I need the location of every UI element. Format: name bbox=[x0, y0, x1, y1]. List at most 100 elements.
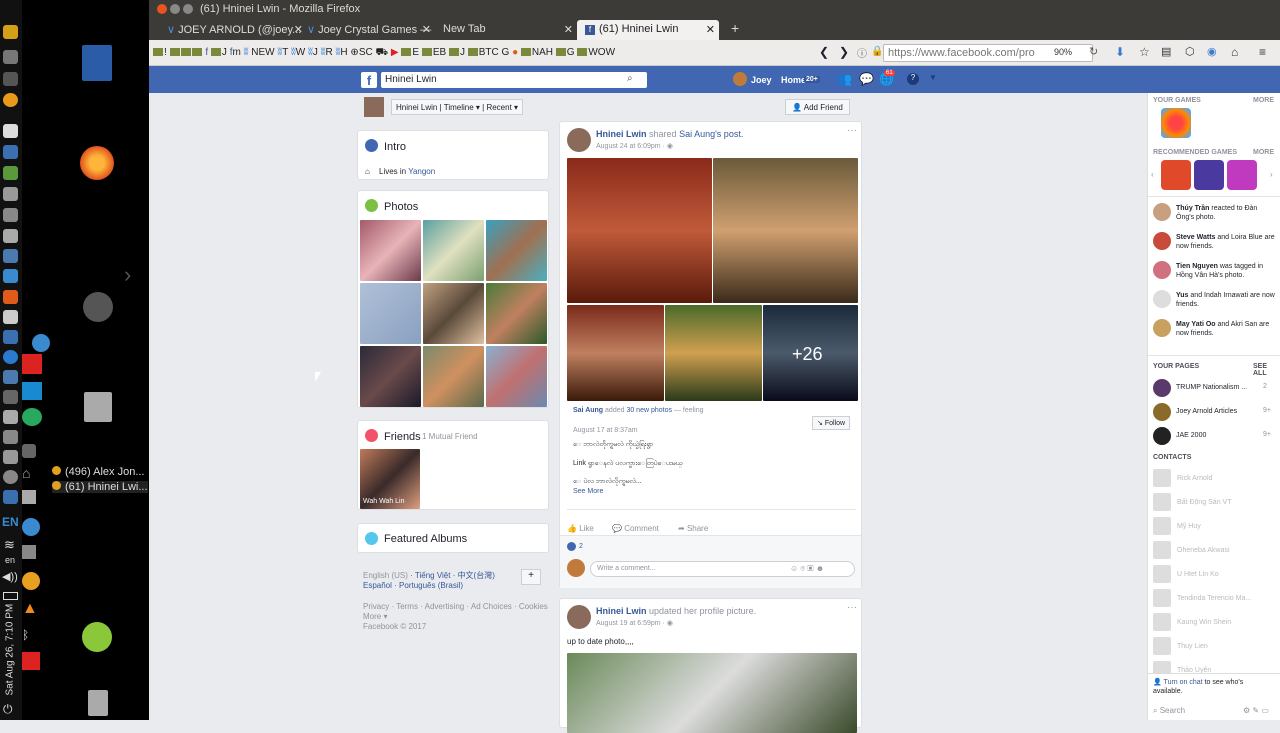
wifi-icon[interactable]: ≋ bbox=[4, 537, 15, 553]
recent-dropdown[interactable]: Recent bbox=[486, 103, 511, 112]
post-image[interactable] bbox=[567, 305, 664, 401]
firefox-desktop-icon[interactable] bbox=[80, 146, 114, 180]
footer-links[interactable]: Privacy · Terms · Advertising · Ad Choic… bbox=[363, 602, 548, 632]
like-button[interactable]: 👍 Like bbox=[567, 524, 594, 533]
author-avatar[interactable] bbox=[567, 128, 591, 152]
photo-thumb[interactable] bbox=[423, 346, 484, 407]
sync-icon[interactable]: ◉ bbox=[1207, 45, 1217, 58]
chromium-icon[interactable] bbox=[3, 350, 18, 364]
phone-icon[interactable] bbox=[3, 430, 18, 444]
back-button[interactable]: ❮ bbox=[819, 45, 829, 59]
cd-icon[interactable] bbox=[22, 444, 36, 458]
info-icon[interactable]: ⓘ bbox=[857, 45, 867, 60]
photo-thumb[interactable] bbox=[360, 346, 421, 407]
photo-thumb[interactable] bbox=[486, 220, 547, 281]
contact-item[interactable]: Tendinda Terencio Ma... bbox=[1153, 589, 1251, 607]
post-image[interactable] bbox=[567, 158, 712, 303]
minimize-window-icon[interactable] bbox=[170, 4, 180, 14]
files-icon[interactable] bbox=[3, 50, 18, 64]
atom-icon[interactable] bbox=[32, 334, 50, 352]
post-options-icon[interactable]: ··· bbox=[847, 125, 857, 136]
new-tab-button[interactable]: + bbox=[723, 20, 747, 40]
profile-name-button[interactable]: Hninei Lwin bbox=[396, 103, 437, 112]
camera-icon[interactable] bbox=[3, 450, 18, 464]
pocket-icon[interactable]: ⬡ bbox=[1185, 45, 1195, 58]
timeline-dropdown[interactable]: Timeline bbox=[444, 103, 474, 112]
chevron-left-icon[interactable]: ‹ bbox=[1151, 170, 1154, 179]
help-icon[interactable]: ? bbox=[907, 73, 919, 85]
game-icon[interactable] bbox=[1161, 160, 1191, 190]
comment-button[interactable]: 💬 Comment bbox=[612, 524, 659, 533]
profile-picture[interactable] bbox=[567, 653, 857, 733]
filezilla-icon-2[interactable] bbox=[22, 354, 42, 374]
game-icon[interactable] bbox=[1227, 160, 1257, 190]
shared-photos-link[interactable]: 30 new photos bbox=[626, 407, 672, 414]
recommended-more-link[interactable]: MORE bbox=[1253, 149, 1274, 156]
forward-button[interactable]: ❯ bbox=[839, 45, 849, 59]
vlc-icon[interactable]: ▲ bbox=[22, 600, 38, 618]
home-link[interactable]: Home bbox=[781, 75, 806, 85]
tab-facebook[interactable]: f (61) Hninei Lwin ✕ bbox=[577, 20, 719, 40]
download-icon[interactable]: ⬇ bbox=[1115, 45, 1125, 59]
app-icon[interactable] bbox=[3, 290, 18, 304]
taskbar-item-active[interactable]: (61) Hninei Lwi... bbox=[52, 481, 148, 493]
telegram-icon[interactable] bbox=[22, 408, 42, 426]
more-photos-count[interactable]: +26 bbox=[792, 344, 823, 365]
chrome-icon[interactable] bbox=[3, 25, 18, 39]
cube-icon[interactable] bbox=[3, 310, 18, 324]
ubuntu-desktop-icon[interactable] bbox=[83, 292, 113, 322]
contact-item[interactable]: Kaung Win Shein bbox=[1153, 613, 1231, 631]
file-cabinet-icon[interactable] bbox=[84, 392, 112, 422]
photo-thumb[interactable] bbox=[360, 283, 421, 344]
close-window-icon[interactable] bbox=[157, 4, 167, 14]
coin-icon[interactable] bbox=[22, 572, 40, 590]
contact-item[interactable]: Rick Arnold bbox=[1153, 469, 1212, 487]
tab-new[interactable]: New Tab ✕ bbox=[435, 20, 577, 40]
shared-post-link[interactable]: Sai Aung's post. bbox=[679, 129, 743, 139]
games-more-link[interactable]: MORE bbox=[1253, 97, 1274, 104]
friends-title[interactable]: Friends bbox=[384, 431, 421, 443]
share-button[interactable]: ➦ Share bbox=[678, 524, 708, 533]
facebook-logo[interactable]: f bbox=[361, 72, 377, 88]
reaction-count[interactable]: 2 bbox=[579, 543, 583, 550]
calculator-icon[interactable] bbox=[3, 145, 18, 159]
chat-settings-icon[interactable]: ⚙ ✎ ▭ bbox=[1243, 706, 1269, 715]
post-date[interactable]: August 24 at 6:09pm · ◉ bbox=[596, 142, 673, 150]
tab-crystal-games[interactable]: ∨ Joey Crystal Games — ✕ bbox=[299, 20, 435, 40]
terminal-icon[interactable] bbox=[3, 390, 18, 404]
bookmark-star-icon[interactable]: ☆ bbox=[1139, 45, 1150, 59]
zoom-level[interactable]: 90% bbox=[1054, 47, 1072, 57]
bitcoin-icon[interactable] bbox=[3, 93, 18, 107]
display-settings-icon[interactable] bbox=[22, 490, 36, 504]
search-icon[interactable]: ⌕ bbox=[627, 73, 633, 84]
photo-thumb[interactable] bbox=[360, 220, 421, 281]
monitor-icon[interactable] bbox=[3, 249, 18, 263]
game-icon[interactable] bbox=[1194, 160, 1224, 190]
maximize-window-icon[interactable] bbox=[183, 4, 193, 14]
city-link[interactable]: Yangon bbox=[408, 167, 435, 176]
lang-zh[interactable]: 中文(台灣) bbox=[458, 571, 495, 580]
input-method[interactable]: en bbox=[5, 555, 15, 565]
lang-vi[interactable]: Tiếng Việt bbox=[415, 571, 451, 580]
reload-icon[interactable]: ↻ bbox=[1089, 45, 1098, 58]
home-icon[interactable]: ⌂ bbox=[1231, 45, 1238, 59]
drive-icon[interactable] bbox=[3, 410, 18, 424]
menu-icon[interactable]: ≡ bbox=[1259, 45, 1266, 59]
hanger-icon[interactable]: ⌂ bbox=[22, 465, 30, 481]
mutual-friends[interactable]: 1 Mutual Friend bbox=[422, 432, 478, 441]
user-name-link[interactable]: Joey bbox=[751, 75, 772, 85]
archive-icon[interactable] bbox=[3, 208, 18, 222]
follow-button[interactable]: ↘ Follow bbox=[812, 416, 851, 430]
bluetooth-icon[interactable]: ᛒ bbox=[22, 628, 29, 642]
shared-date[interactable]: August 17 at 8:37am bbox=[573, 427, 638, 434]
keyboard-layout[interactable]: EN bbox=[2, 515, 19, 529]
display-icon[interactable] bbox=[3, 490, 18, 504]
post-options-icon[interactable]: ··· bbox=[847, 602, 857, 613]
contact-item[interactable]: Bất Động Sản VT bbox=[1153, 493, 1231, 511]
like-reaction-icon[interactable] bbox=[567, 542, 576, 551]
taskbar-item[interactable]: (496) Alex Jon... bbox=[52, 466, 145, 478]
torrent-icon[interactable] bbox=[3, 269, 18, 283]
power-icon[interactable]: ⏻ bbox=[3, 702, 13, 717]
code-icon[interactable] bbox=[3, 330, 18, 344]
chevron-down-icon[interactable]: ▼ bbox=[929, 73, 937, 82]
